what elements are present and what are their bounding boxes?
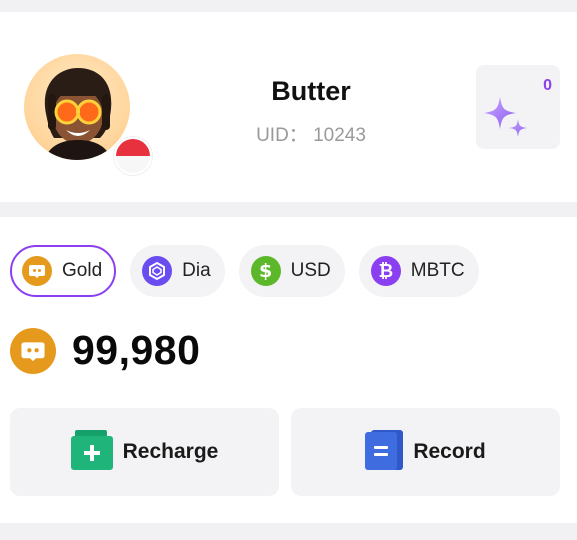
recharge-wallet-icon [70,429,113,475]
wallet-card: Gold Dia $ USD ₿ MBTC 99,980 Recharge Re… [0,217,577,523]
memoji-avatar-icon [44,68,112,160]
balance-value: 99,980 [72,327,201,373]
recharge-label: Recharge [122,440,219,463]
dollar-icon: $ [250,256,281,286]
record-button[interactable]: Record [291,408,560,496]
tab-mbtc-label: MBTC [410,260,465,281]
gold-coin-icon [10,327,56,374]
user-uid: UID： 10243 [256,125,366,146]
tab-mbtc[interactable]: ₿ MBTC [358,245,479,297]
tab-gold[interactable]: Gold [10,245,117,297]
sparkle-count: 0 [543,77,552,94]
record-label: Record [413,440,486,463]
indonesia-flag-icon [114,137,152,175]
gold-coin-icon [22,256,52,286]
avatar[interactable] [24,54,130,160]
diamond-icon [142,256,173,286]
tab-dia-label: Dia [182,260,211,281]
tab-usd[interactable]: $ USD [238,245,345,297]
recharge-button[interactable]: Recharge [10,408,279,496]
balance-row: 99,980 [10,327,200,374]
tab-usd-label: USD [290,260,331,281]
record-document-icon [365,429,404,475]
profile-card: Butter UID： 10243 0 [0,12,577,202]
tab-gold-label: Gold [62,260,103,281]
tab-dia[interactable]: Dia [130,245,225,297]
user-name: Butter [271,76,351,106]
sparkle-button[interactable]: 0 [476,65,560,149]
bitcoin-icon: ₿ [370,256,401,286]
sparkle-icon [484,97,527,137]
currency-tabs: Gold Dia $ USD ₿ MBTC [10,245,479,297]
